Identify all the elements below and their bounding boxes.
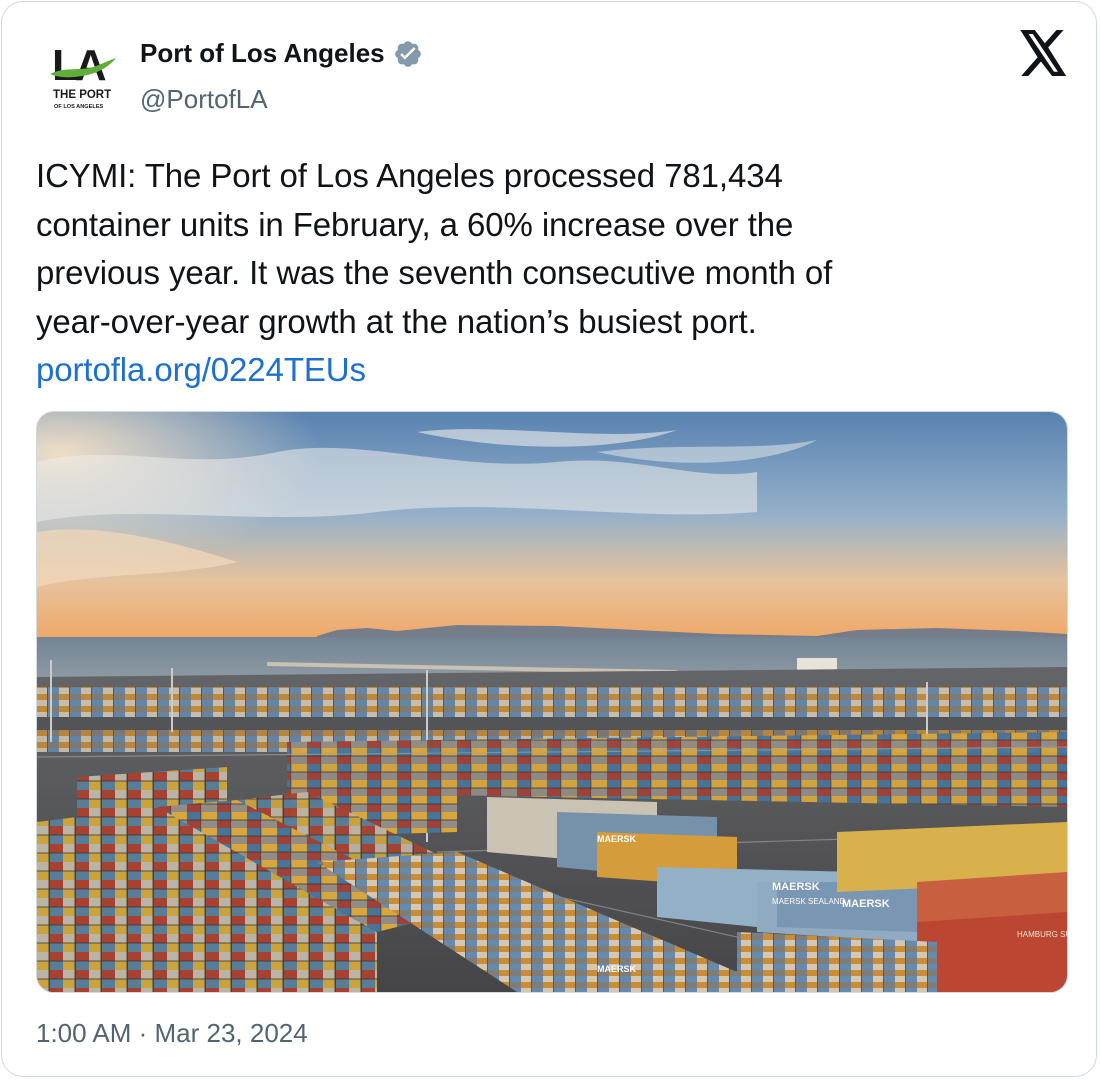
x-logo-icon[interactable] [1020,30,1068,76]
tweet-card: LA THE PORT OF LOS ANGELES Port of Los A… [1,1,1097,1077]
port-container-yard-photo: MAERSK MAERSK SEALAND MAERSK HAMBURG SÜD… [37,412,1067,992]
author-handle[interactable]: @PortofLA [140,84,268,115]
author-name[interactable]: Port of Los Angeles [140,38,385,69]
avatar[interactable]: LA THE PORT OF LOS ANGELES [48,38,120,118]
logo-line1: THE PORT [53,89,111,101]
tweet-text-line: container units in February, a 60% incre… [36,205,794,243]
timestamp[interactable]: 1:00 AM · Mar 23, 2024 [36,1018,308,1049]
tweet-link[interactable]: portofla.org/0224TEUs [36,346,1056,395]
tweet-photo[interactable]: MAERSK MAERSK SEALAND MAERSK HAMBURG SÜD… [36,411,1068,993]
timestamp-separator: · [131,1018,155,1048]
port-logo-icon: LA THE PORT OF LOS ANGELES [50,41,116,110]
verified-badge-icon [393,39,423,69]
timestamp-time[interactable]: 1:00 AM [36,1018,131,1048]
timestamp-date[interactable]: Mar 23, 2024 [155,1018,308,1048]
tweet-text-line: previous year. It was the seventh consec… [36,254,833,291]
tweet-text-line: year-over-year growth at the nation’s bu… [36,302,757,340]
author-name-row[interactable]: Port of Los Angeles [140,38,423,69]
logo-line2: OF LOS ANGELES [54,104,103,110]
tweet-text-line: ICYMI: The Port of Los Angeles processed… [36,157,783,194]
tweet-text: ICYMI: The Port of Los Angeles processed… [36,152,1056,395]
